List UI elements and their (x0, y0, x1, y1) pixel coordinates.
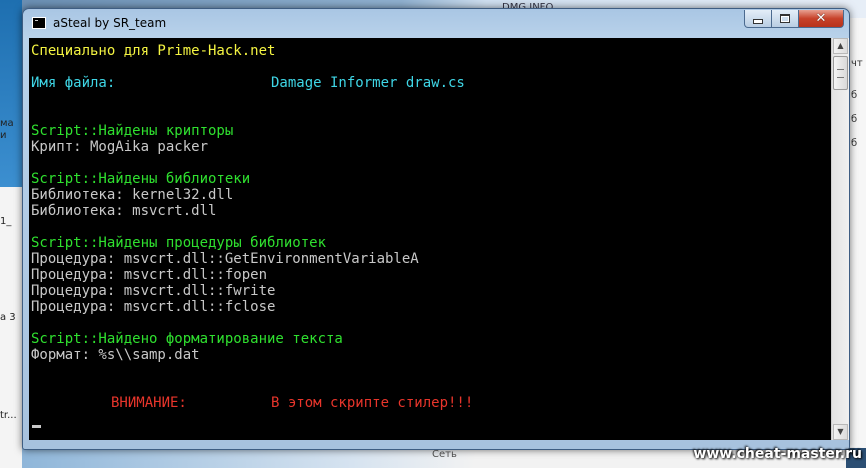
procedure-line: Процедура: msvcrt.dll::fwrite (31, 283, 276, 299)
desktop-left-strip: ма и 1_ а 3 tr... (0, 0, 22, 468)
procedure-line: Процедура: msvcrt.dll::fopen (31, 267, 268, 283)
libraries-heading: Script::Найдены библиотеки (31, 171, 251, 187)
maximize-button[interactable] (772, 10, 799, 28)
console-header: Специально для Prime-Hack.net (31, 43, 276, 59)
console-app-icon[interactable] (32, 17, 46, 29)
scroll-up-button[interactable]: ▲ (833, 38, 848, 54)
desktop-fragment: tr... (0, 410, 17, 421)
format-heading: Script::Найдено форматирование текста (31, 331, 343, 347)
maximize-icon (780, 14, 790, 23)
console-output[interactable]: Специально для Prime-Hack.net Имя файла:… (29, 38, 831, 440)
desktop-fragment: 1_ (0, 216, 12, 227)
desktop-fragment: и (0, 130, 7, 141)
file-label: Имя файла: (31, 75, 116, 91)
title-bar[interactable]: aSteal by SR_team ✕ (23, 9, 849, 37)
warning-label: ВНИМАНИЕ: (111, 395, 187, 411)
minimize-button[interactable] (744, 10, 772, 28)
vertical-scrollbar[interactable]: ▲ ▼ (831, 38, 849, 440)
procedures-heading: Script::Найдены процедуры библиотек (31, 235, 327, 251)
crypter-line: Крипт: MogAika packer (31, 139, 209, 155)
procedure-line: Процедура: msvcrt.dll::GetEnvironmentVar… (31, 251, 419, 267)
close-button[interactable]: ✕ (799, 10, 844, 28)
close-icon: ✕ (815, 10, 827, 26)
background-network-label: Сеть (432, 449, 457, 460)
scroll-down-button[interactable]: ▼ (833, 424, 848, 440)
desktop-fragment: а 3 (0, 312, 16, 323)
text-cursor (32, 425, 41, 428)
console-window[interactable]: aSteal by SR_team ✕ Специально для Prime… (22, 8, 850, 450)
library-line: Библиотека: msvcrt.dll (31, 203, 217, 219)
format-line: Формат: %s\\samp.dat (31, 347, 200, 363)
crypters-heading: Script::Найдены крипторы (31, 123, 234, 139)
warning-text: В этом скрипте стилер!!! (271, 395, 474, 411)
library-line: Библиотека: kernel32.dll (31, 187, 234, 203)
scroll-thumb[interactable] (833, 56, 848, 90)
desktop-fragment: ма (0, 118, 14, 129)
site-watermark: www.cheat-master.ru (693, 446, 862, 462)
file-name: Damage Informer draw.cs (271, 75, 465, 91)
window-title: aSteal by SR_team (53, 16, 167, 30)
procedure-line: Процедура: msvcrt.dll::fclose (31, 299, 276, 315)
minimize-icon (753, 19, 763, 24)
